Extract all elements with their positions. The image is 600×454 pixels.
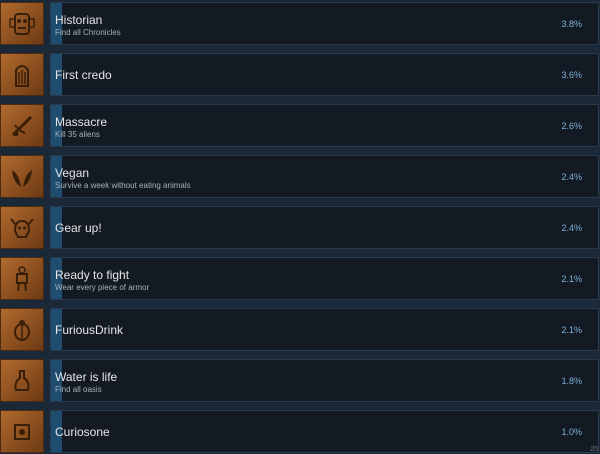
unlock-percent: 2.4% bbox=[561, 223, 582, 233]
achievement-row[interactable]: Gear up! 2.4% bbox=[0, 204, 600, 250]
achievement-description: Survive a week without eating animals bbox=[55, 181, 191, 190]
unlock-percent: 3.8% bbox=[561, 19, 582, 29]
achievement-row[interactable]: FuriousDrink 2.1% bbox=[0, 306, 600, 352]
achievement-panel: First credo 3.6% bbox=[50, 53, 599, 96]
tablet-icon bbox=[0, 53, 44, 96]
achievement-panel: Ready to fight Wear every piece of armor… bbox=[50, 257, 599, 300]
achievement-panel: Vegan Survive a week without eating anim… bbox=[50, 155, 599, 198]
achievement-title: Water is life bbox=[55, 370, 118, 384]
armor-icon bbox=[0, 257, 44, 300]
achievement-panel: Massacre Kill 35 aliens 2.6% bbox=[50, 104, 599, 147]
achievement-row[interactable]: Massacre Kill 35 aliens 2.6% bbox=[0, 102, 600, 148]
achievement-panel: Gear up! 2.4% bbox=[50, 206, 599, 249]
flask-icon bbox=[0, 359, 44, 402]
achievement-description: Find all oasis bbox=[55, 385, 102, 394]
achievement-panel: FuriousDrink 2.1% bbox=[50, 308, 599, 351]
achievement-row[interactable]: Water is life Find all oasis 1.8% bbox=[0, 357, 600, 403]
achievement-title: Curiosone bbox=[55, 425, 110, 439]
achievement-description: Find all Chronicles bbox=[55, 28, 121, 37]
beetle-icon bbox=[0, 308, 44, 351]
achievement-title: Historian bbox=[55, 13, 103, 27]
leaves-icon bbox=[0, 155, 44, 198]
achievement-row[interactable]: Vegan Survive a week without eating anim… bbox=[0, 153, 600, 199]
unlock-percent: 3.6% bbox=[561, 70, 582, 80]
achievement-description: Wear every piece of armor bbox=[55, 283, 150, 292]
unlock-percent: 2.1% bbox=[561, 274, 582, 284]
achievement-description: Kill 35 aliens bbox=[55, 130, 100, 139]
achievement-title: Massacre bbox=[55, 115, 108, 129]
achievement-row[interactable]: First credo 3.6% bbox=[0, 51, 600, 97]
achievement-title: Vegan bbox=[55, 166, 90, 180]
relic-icon bbox=[0, 410, 44, 453]
corner-label: 20 bbox=[590, 446, 598, 453]
achievement-title: Ready to fight bbox=[55, 268, 130, 282]
unlock-percent: 1.8% bbox=[561, 376, 582, 386]
mask-icon bbox=[0, 2, 44, 45]
unlock-percent: 1.0% bbox=[561, 427, 582, 437]
weapon-icon bbox=[0, 104, 44, 147]
achievement-panel: Historian Find all Chronicles 3.8% bbox=[50, 2, 599, 45]
achievement-title: First credo bbox=[55, 68, 112, 82]
achievement-row[interactable]: Historian Find all Chronicles 3.8% bbox=[0, 0, 600, 46]
achievement-row[interactable]: Curiosone 1.0% bbox=[0, 408, 600, 454]
achievement-row[interactable]: Ready to fight Wear every piece of armor… bbox=[0, 255, 600, 301]
achievement-panel: Curiosone 1.0% bbox=[50, 410, 599, 453]
achievement-title: FuriousDrink bbox=[55, 323, 124, 337]
achievement-panel: Water is life Find all oasis 1.8% bbox=[50, 359, 599, 402]
unlock-percent: 2.6% bbox=[561, 121, 582, 131]
unlock-percent: 2.1% bbox=[561, 325, 582, 335]
helmet-icon bbox=[0, 206, 44, 249]
achievement-title: Gear up! bbox=[55, 221, 102, 235]
unlock-percent: 2.4% bbox=[561, 172, 582, 182]
